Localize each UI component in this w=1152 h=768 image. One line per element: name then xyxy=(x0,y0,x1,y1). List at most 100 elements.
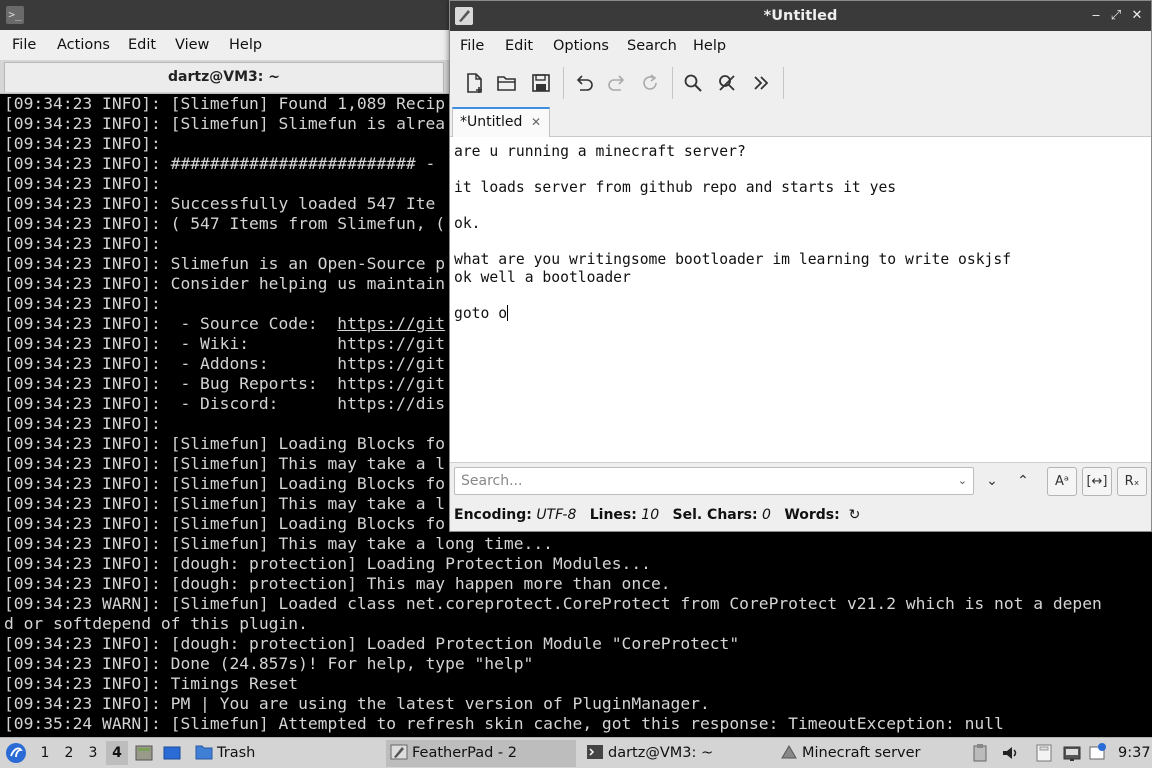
refresh-words-icon[interactable]: ↻ xyxy=(849,507,861,523)
menu-help[interactable]: Help xyxy=(693,31,726,61)
terminal-tab[interactable]: dartz@VM3: ~ xyxy=(4,62,444,92)
editor-line-text: ok. xyxy=(454,215,481,232)
terminal-menu-actions[interactable]: Actions xyxy=(57,30,110,60)
show-desktop-icon[interactable] xyxy=(162,743,182,768)
clipboard-icon[interactable] xyxy=(972,743,988,768)
find-next-icon[interactable]: ⌄ xyxy=(980,469,1004,493)
text-caret xyxy=(507,305,509,321)
terminal-icon xyxy=(587,745,603,759)
featherpad-toolbar xyxy=(450,61,1151,105)
minimize-button[interactable]: ‒ xyxy=(1086,5,1106,27)
trash-label: Trash xyxy=(217,745,256,761)
terminal-line: d or softdepend of this plugin. xyxy=(4,614,308,633)
clock[interactable]: 9:37 xyxy=(1118,738,1151,768)
terminal-line: [09:34:23 INFO]: PM | You are using the … xyxy=(4,694,710,713)
task-minecraft-label: Minecraft server xyxy=(802,745,921,761)
window-title: *Untitled xyxy=(763,8,838,24)
maximize-button[interactable]: ⤢ xyxy=(1106,5,1126,27)
menu-file[interactable]: File xyxy=(460,31,484,61)
terminal-line: [09:34:23 INFO]: [dough: protection] Thi… xyxy=(4,574,671,593)
go-to-line-icon[interactable] xyxy=(747,69,775,97)
featherpad-titlebar[interactable]: *Untitled ‒ ⤢ ✕ xyxy=(450,1,1151,31)
toolbar-separator xyxy=(672,67,673,99)
notification-icon[interactable] xyxy=(1088,742,1108,768)
menu-options[interactable]: Options xyxy=(553,31,609,61)
save-icon[interactable] xyxy=(527,69,555,97)
close-button[interactable]: ✕ xyxy=(1127,5,1147,27)
terminal-menu-edit[interactable]: Edit xyxy=(128,30,156,60)
terminal-link[interactable]: https://git xyxy=(337,314,445,333)
file-manager-icon[interactable] xyxy=(134,743,154,768)
terminal-line: [09:34:23 INFO]: [dough: protection] Loa… xyxy=(4,554,651,573)
taskbar: 1 2 3 4 Trash FeatherPad - 2 windo… dart… xyxy=(0,737,1152,768)
start-menu-icon[interactable] xyxy=(5,742,27,768)
toolbar-separator xyxy=(783,67,784,99)
workspace-3[interactable]: 3 xyxy=(82,741,104,765)
terminal-line: [09:34:23 INFO]: Done (24.857s)! For hel… xyxy=(4,654,534,673)
replace-icon[interactable] xyxy=(713,69,741,97)
regex-button[interactable]: Rₓ xyxy=(1117,467,1147,496)
terminal-line: [09:34:23 WARN]: [Slimefun] Loaded class… xyxy=(4,594,1102,613)
find-previous-icon[interactable]: ⌃ xyxy=(1011,469,1035,493)
undo-icon[interactable] xyxy=(570,69,598,97)
task-terminal-label: dartz@VM3: ~ xyxy=(608,745,714,761)
terminal-menu-help[interactable]: Help xyxy=(229,30,262,60)
terminal-line: [09:35:24 WARN]: [Slimefun] Attempted to… xyxy=(4,714,1004,733)
new-file-icon[interactable] xyxy=(460,69,488,97)
task-featherpad[interactable]: FeatherPad - 2 windo… xyxy=(386,740,576,767)
reload-icon[interactable] xyxy=(636,69,664,97)
terminal-line: [09:34:23 INFO]: Timings Reset xyxy=(4,674,299,693)
workspace-2[interactable]: 2 xyxy=(58,741,80,765)
status-bar: Encoding: UTF-8 Lines: 10 Sel. Chars: 0 … xyxy=(454,505,860,525)
search-input[interactable]: Search... ⌄ xyxy=(454,467,974,495)
editor-line: it loads server from github repo and sta… xyxy=(454,179,1011,197)
sel-chars-value: 0 xyxy=(762,507,771,523)
featherpad-icon xyxy=(390,744,408,760)
whole-word-button[interactable]: [↔] xyxy=(1082,467,1112,496)
editor-line: ok well a bootloader xyxy=(454,269,1011,287)
minecraft-server-icon xyxy=(781,745,797,759)
editor-line-text: it loads server from github repo and sta… xyxy=(454,179,897,196)
task-terminal[interactable]: dartz@VM3: ~ xyxy=(582,740,762,767)
words-label: Words: xyxy=(784,507,840,523)
terminal-menu-file[interactable]: File xyxy=(12,30,36,60)
volume-icon[interactable] xyxy=(1000,743,1020,768)
trash-launcher[interactable]: Trash xyxy=(195,738,255,768)
encoding-label: Encoding: xyxy=(454,507,532,523)
find-icon[interactable] xyxy=(679,69,707,97)
featherpad-tabbar: *Untitled ✕ xyxy=(450,105,1151,138)
task-minecraft-server[interactable]: Minecraft server xyxy=(776,740,956,767)
menu-search[interactable]: Search xyxy=(627,31,677,61)
featherpad-menubar: File Edit Options Search Help xyxy=(450,31,1151,61)
task-featherpad-label: FeatherPad - 2 windo… xyxy=(412,745,517,761)
tab-untitled[interactable]: *Untitled ✕ xyxy=(452,107,550,138)
terminal-line: [09:34:23 INFO]: [dough: protection] Loa… xyxy=(4,634,740,653)
text-editor[interactable]: are u running a minecraft server? it load… xyxy=(450,137,1151,463)
workspace-4[interactable]: 4 xyxy=(106,741,128,765)
terminal-menu-view[interactable]: View xyxy=(175,30,209,60)
menu-edit[interactable]: Edit xyxy=(505,31,533,61)
editor-line-text: are u running a minecraft server? xyxy=(454,143,746,160)
match-case-button[interactable]: Aᵃ xyxy=(1047,467,1077,496)
lines-value: 10 xyxy=(641,507,660,523)
editor-line: are u running a minecraft server? xyxy=(454,143,1011,161)
redo-icon[interactable] xyxy=(603,69,631,97)
open-folder-icon[interactable] xyxy=(493,69,521,97)
tab-close-icon[interactable]: ✕ xyxy=(531,109,541,135)
editor-line: what are you writingsome bootloader im l… xyxy=(454,251,1011,269)
workspace-1[interactable]: 1 xyxy=(34,741,56,765)
editor-line-text: ok well a bootloader xyxy=(454,269,631,286)
notes-icon[interactable] xyxy=(1034,743,1054,768)
editor-line-text: what are you writingsome bootloader im l… xyxy=(454,251,1012,268)
editor-text: are u running a minecraft server? it load… xyxy=(454,143,1011,323)
search-placeholder: Search... xyxy=(461,473,523,489)
network-icon[interactable] xyxy=(1062,743,1082,768)
toolbar-separator xyxy=(563,67,564,99)
sel-chars-label: Sel. Chars: xyxy=(672,507,758,523)
featherpad-window: *Untitled ‒ ⤢ ✕ File Edit Options Search… xyxy=(449,0,1152,532)
chevron-down-icon[interactable]: ⌄ xyxy=(958,468,967,494)
terminal-app-icon: >_ xyxy=(6,6,24,24)
